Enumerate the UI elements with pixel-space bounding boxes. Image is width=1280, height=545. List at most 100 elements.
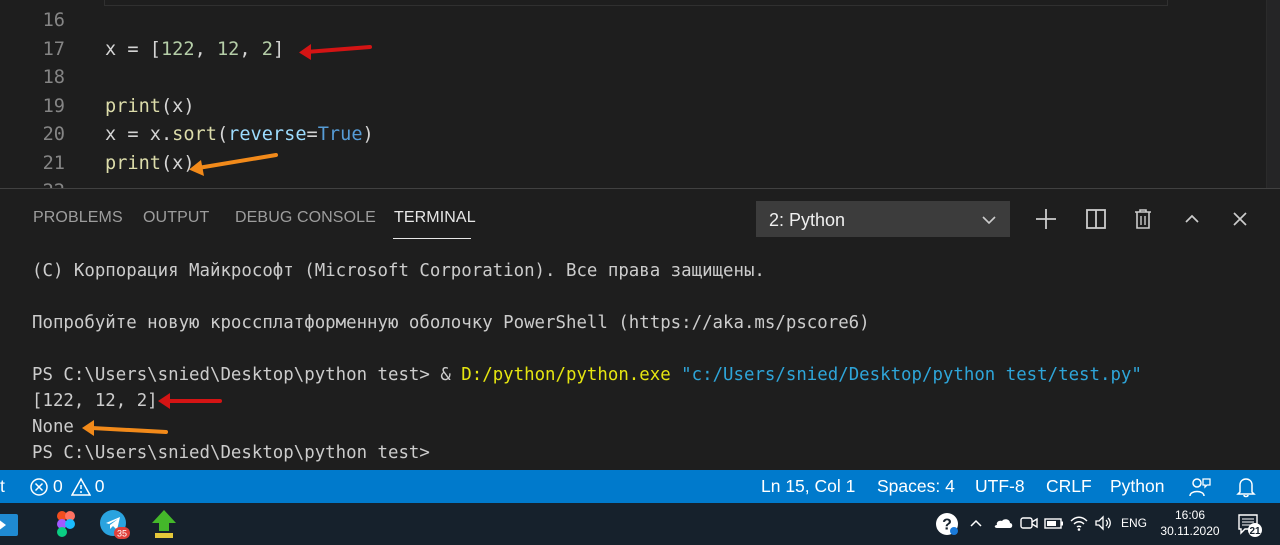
chevron-down-icon xyxy=(982,216,996,225)
line-number: 20 xyxy=(42,124,65,145)
vscode-icon xyxy=(0,514,18,536)
terminal-text: PS C:\Users\snied\Desktop\python test> xyxy=(32,443,430,463)
kill-terminal-button[interactable] xyxy=(1129,205,1157,233)
line-code[interactable]: x = [122, 12, 2] xyxy=(105,36,284,64)
terminal-select-value: 2: Python xyxy=(769,210,846,230)
code-token: (x) xyxy=(160,152,195,174)
bottom-panel: PROBLEMS OUTPUT DEBUG CONSOLE TERMINAL 2… xyxy=(0,188,1280,470)
line-number: 17 xyxy=(42,38,65,60)
line-number: 21 xyxy=(42,152,65,174)
upload-app-icon xyxy=(152,510,176,538)
terminal-line: (С) Корпорация Майкрософт (Microsoft Cor… xyxy=(32,259,765,283)
line-code[interactable]: x = x.sort(reverse=True) xyxy=(105,121,374,149)
new-terminal-button[interactable] xyxy=(1032,205,1060,233)
trash-icon xyxy=(1135,209,1151,229)
terminal-text: "c:/Users/snied/Desktop/python test/test… xyxy=(681,365,1142,385)
status-bar: t 0 0 Ln 15, Col 1 Spaces: 4 UTF-8 CRLF … xyxy=(0,470,1280,503)
close-icon xyxy=(1233,212,1247,226)
line-number: 18 xyxy=(42,67,65,88)
bell-icon xyxy=(1236,478,1256,498)
code-line[interactable]: 17 x = [122, 12, 2] xyxy=(0,36,1266,64)
terminal-text: Попробуйте новую кроссплатформенную обол… xyxy=(32,313,870,333)
terminal-select-dropdown[interactable]: 2: Python xyxy=(756,201,1010,237)
telegram-icon: 35 xyxy=(100,510,130,539)
terminal-text: None xyxy=(32,417,74,437)
wifi-icon xyxy=(1070,516,1088,531)
taskbar-clock[interactable]: 16:06 30.11.2020 xyxy=(1160,507,1220,539)
line-code[interactable]: print(x) xyxy=(105,93,195,121)
code-line[interactable]: 20 x = x.sort(reverse=True) xyxy=(0,121,1266,149)
status-language[interactable]: Python xyxy=(1110,470,1164,503)
code-line[interactable]: 18 xyxy=(0,64,1266,92)
tray-meet[interactable] xyxy=(1019,513,1039,535)
code-line[interactable]: 22 xyxy=(0,178,1266,188)
code-token: = xyxy=(306,124,318,145)
terminal-text: PS C:\Users\snied\Desktop\python test> & xyxy=(32,365,462,385)
code-token: , xyxy=(239,38,262,60)
editor-widget-frame xyxy=(104,0,1168,6)
tab-terminal[interactable]: TERMINAL xyxy=(394,209,476,227)
status-remote-fragment[interactable]: t xyxy=(0,470,5,503)
terminal-line: Попробуйте новую кроссплатформенную обол… xyxy=(32,311,870,335)
code-line[interactable]: 19 print(x) xyxy=(0,93,1266,121)
line-code[interactable]: print(x) xyxy=(105,150,195,178)
editor-scrollbar[interactable] xyxy=(1266,0,1280,188)
tray-language[interactable]: ENG xyxy=(1121,516,1147,538)
code-token: ] xyxy=(272,38,285,60)
panel-tabs: PROBLEMS OUTPUT DEBUG CONSOLE TERMINAL xyxy=(0,189,740,247)
code-line[interactable]: 21 print(x) xyxy=(0,150,1266,178)
close-panel-button[interactable] xyxy=(1226,205,1254,233)
notifications-button[interactable] xyxy=(1236,476,1256,498)
figma-icon xyxy=(57,511,75,537)
battery-icon xyxy=(1044,518,1063,529)
chevron-up-icon xyxy=(1185,214,1199,223)
terminal-text: [122, 12, 2] xyxy=(32,391,158,411)
tray-volume[interactable] xyxy=(1093,513,1113,535)
tab-problems[interactable]: PROBLEMS xyxy=(33,209,123,227)
tray-wifi[interactable] xyxy=(1069,513,1089,535)
split-terminal-button[interactable] xyxy=(1082,205,1110,233)
error-count: 0 xyxy=(53,476,63,496)
tray-onedrive[interactable] xyxy=(992,513,1014,535)
status-indentation[interactable]: Spaces: 4 xyxy=(877,470,955,503)
code-token: True xyxy=(317,124,363,145)
error-icon xyxy=(30,477,48,496)
code-token: x = x. xyxy=(105,124,173,145)
clock-date: 30.11.2020 xyxy=(1160,524,1220,538)
plus-icon xyxy=(1036,209,1056,229)
code-token: reverse xyxy=(228,124,307,145)
status-eol[interactable]: CRLF xyxy=(1046,470,1092,503)
code-line[interactable]: 16 xyxy=(0,7,1266,35)
taskbar-upload-app[interactable] xyxy=(148,508,180,540)
taskbar-vscode[interactable] xyxy=(0,508,22,540)
status-encoding[interactable]: UTF-8 xyxy=(975,470,1025,503)
telegram-badge: 35 xyxy=(117,529,127,539)
code-token: 2 xyxy=(261,38,273,60)
tray-help[interactable]: ? xyxy=(935,512,959,535)
code-token: 122 xyxy=(160,38,195,60)
tray-show-hidden[interactable] xyxy=(968,513,984,535)
tab-debug-console[interactable]: DEBUG CONSOLE xyxy=(235,209,376,227)
taskbar-figma[interactable] xyxy=(50,508,82,540)
status-problems[interactable]: 0 0 xyxy=(29,470,104,503)
line-number: 22 xyxy=(0,178,65,188)
cloud-icon xyxy=(994,519,1013,528)
maximize-panel-button[interactable] xyxy=(1178,205,1206,233)
tray-action-center[interactable]: 21 xyxy=(1237,513,1263,537)
line-number: 19 xyxy=(42,95,65,117)
taskbar-telegram[interactable]: 35 xyxy=(98,508,130,540)
feedback-button[interactable] xyxy=(1188,476,1212,498)
status-cursor-position[interactable]: Ln 15, Col 1 xyxy=(761,470,855,503)
tab-output[interactable]: OUTPUT xyxy=(143,209,209,227)
code-token: ( xyxy=(216,124,229,145)
tray-battery[interactable] xyxy=(1043,513,1065,535)
terminal-line: None xyxy=(32,415,74,439)
terminal-line: PS C:\Users\snied\Desktop\python test> xyxy=(32,441,430,465)
code-token: ) xyxy=(362,124,374,145)
speaker-icon xyxy=(1095,515,1111,531)
line-number: 16 xyxy=(42,10,65,31)
code-editor[interactable]: 16 17 x = [122, 12, 2] 18 19 print(x) 20 x = x.… xyxy=(0,0,1280,188)
notification-count: 21 xyxy=(1249,526,1261,537)
feedback-icon xyxy=(1189,478,1211,497)
